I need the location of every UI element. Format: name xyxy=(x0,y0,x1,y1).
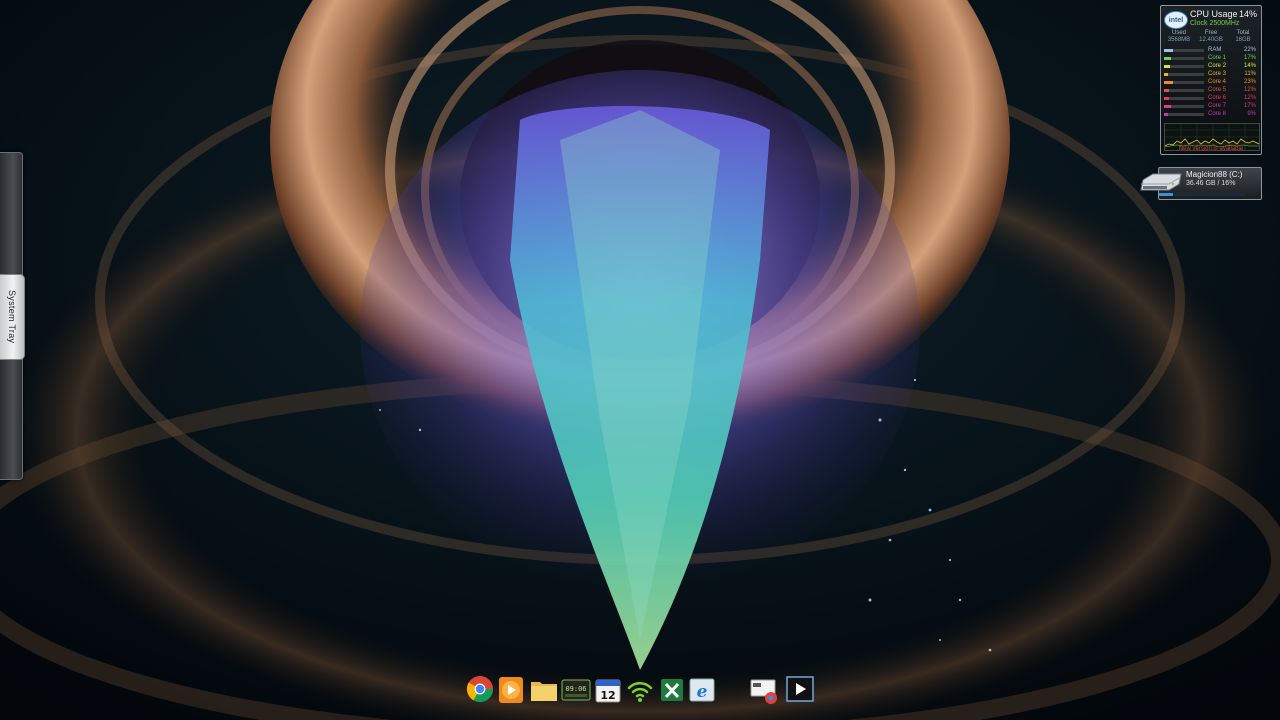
system-tray-label: System Tray xyxy=(7,290,17,344)
core-label: Core 7 xyxy=(1208,103,1227,109)
core-percent: 17% xyxy=(1243,103,1256,109)
cpu-clock: Clock 2500MHz xyxy=(1190,20,1240,27)
core-usage-bar-fill xyxy=(1164,104,1171,108)
core-label: RAM xyxy=(1208,47,1222,53)
core-usage-row: Core 4 23% xyxy=(1164,78,1258,86)
core-label: Core 3 xyxy=(1208,71,1227,77)
svg-text:e: e xyxy=(697,682,708,702)
core-usage-row: Core 8 9% xyxy=(1164,110,1258,118)
media-player-icon[interactable] xyxy=(496,674,526,706)
drive-usage-bar xyxy=(1159,193,1245,196)
desktop-wallpaper xyxy=(0,0,1280,720)
core-label: Core 5 xyxy=(1208,87,1227,93)
core-usage-bar xyxy=(1164,48,1204,52)
core-usage-bar xyxy=(1164,56,1204,60)
core-label: Core 8 xyxy=(1208,111,1227,117)
chrome-app-launcher-icon[interactable] xyxy=(749,674,779,706)
core-label: Core 1 xyxy=(1208,55,1227,61)
excel-icon[interactable] xyxy=(657,674,687,706)
core-percent: 12% xyxy=(1243,87,1256,93)
drive-name: Magicion88 (C:) xyxy=(1186,170,1243,179)
core-usage-bar-fill xyxy=(1164,80,1174,84)
core-percent: 17% xyxy=(1243,55,1256,61)
core-usage-row: Core 2 14% xyxy=(1164,62,1258,70)
core-usage-row: Core 3 11% xyxy=(1164,70,1258,78)
cpu-total-percent: 14% xyxy=(1238,9,1257,19)
drive-stats: 36.46 GB / 16% xyxy=(1186,180,1236,187)
memory-value-total: 16GB xyxy=(1235,37,1251,43)
drive-usage-bar-fill xyxy=(1159,193,1173,196)
internet-explorer-icon[interactable]: e xyxy=(687,674,717,706)
taskbar-dock: 09:06 12 e xyxy=(463,674,819,712)
core-percent: 9% xyxy=(1247,111,1256,117)
wifi-network-icon[interactable] xyxy=(625,674,655,706)
core-usage-row: Core 5 12% xyxy=(1164,86,1258,94)
memory-header-used: Used xyxy=(1171,30,1186,36)
intel-logo-icon: intel xyxy=(1164,11,1188,29)
core-usage-row: Core 1 17% xyxy=(1164,54,1258,62)
core-usage-bar-fill xyxy=(1164,56,1171,60)
memory-header-free: Free xyxy=(1204,30,1218,36)
cpu-gadget-header: intel CPU Usage 14% Clock 2500MHz xyxy=(1163,8,1259,32)
memory-value-used: 3568MB xyxy=(1167,37,1191,43)
clock-time: 09:06 xyxy=(565,685,586,693)
core-usage-bar xyxy=(1164,72,1204,76)
hard-drive-icon xyxy=(1140,173,1182,191)
core-usage-bar xyxy=(1164,104,1204,108)
core-usage-row: Core 7 17% xyxy=(1164,102,1258,110)
core-percent: 12% xyxy=(1243,95,1256,101)
chrome-icon[interactable] xyxy=(465,674,495,706)
memory-value-free: 12.40GB xyxy=(1199,37,1223,43)
folder-icon[interactable] xyxy=(529,674,559,706)
core-usage-bar-fill xyxy=(1164,72,1169,76)
core-usage-bar-fill xyxy=(1164,96,1169,100)
core-percent: 23% xyxy=(1243,79,1256,85)
core-usage-bar-fill xyxy=(1164,48,1173,52)
core-usage-bar xyxy=(1164,96,1204,100)
update-notice-link[interactable]: New version is available xyxy=(1161,146,1261,152)
calendar-day: 12 xyxy=(600,689,615,702)
core-usage-bar xyxy=(1164,64,1204,68)
core-label: Core 2 xyxy=(1208,63,1227,69)
core-usage-row: RAM 22% xyxy=(1164,46,1258,54)
core-usage-bar xyxy=(1164,80,1204,84)
core-percent: 14% xyxy=(1243,63,1256,69)
clock-icon[interactable]: 09:06 xyxy=(561,674,591,706)
core-percent: 11% xyxy=(1244,71,1256,77)
core-usage-bar-fill xyxy=(1164,112,1168,116)
core-label: Core 6 xyxy=(1208,95,1227,101)
memory-header-total: Total xyxy=(1236,30,1250,36)
core-usage-bar xyxy=(1164,112,1204,116)
core-usage-list: RAM 22% Core 1 17% Core 2 14% Core 3 11% Core 4 2… xyxy=(1164,46,1258,118)
cpu-usage-gadget[interactable]: intel CPU Usage 14% Clock 2500MHz Used F… xyxy=(1160,5,1262,155)
system-tray-tab[interactable]: System Tray xyxy=(0,274,25,360)
memory-values: 3568MB 12.40GB 16GB xyxy=(1163,37,1259,43)
core-label: Core 4 xyxy=(1208,79,1227,85)
drive-gadget[interactable]: Magicion88 (C:) 36.46 GB / 16% xyxy=(1140,167,1262,200)
cpu-usage-title: CPU Usage xyxy=(1190,9,1238,19)
core-usage-bar-fill xyxy=(1164,88,1169,92)
core-percent: 22% xyxy=(1243,47,1256,53)
play-button-icon[interactable] xyxy=(785,674,815,706)
memory-headers: Used Free Total xyxy=(1163,30,1259,36)
calendar-icon[interactable]: 12 xyxy=(593,674,623,706)
core-usage-row: Core 6 12% xyxy=(1164,94,1258,102)
core-usage-bar xyxy=(1164,88,1204,92)
core-usage-bar-fill xyxy=(1164,64,1170,68)
